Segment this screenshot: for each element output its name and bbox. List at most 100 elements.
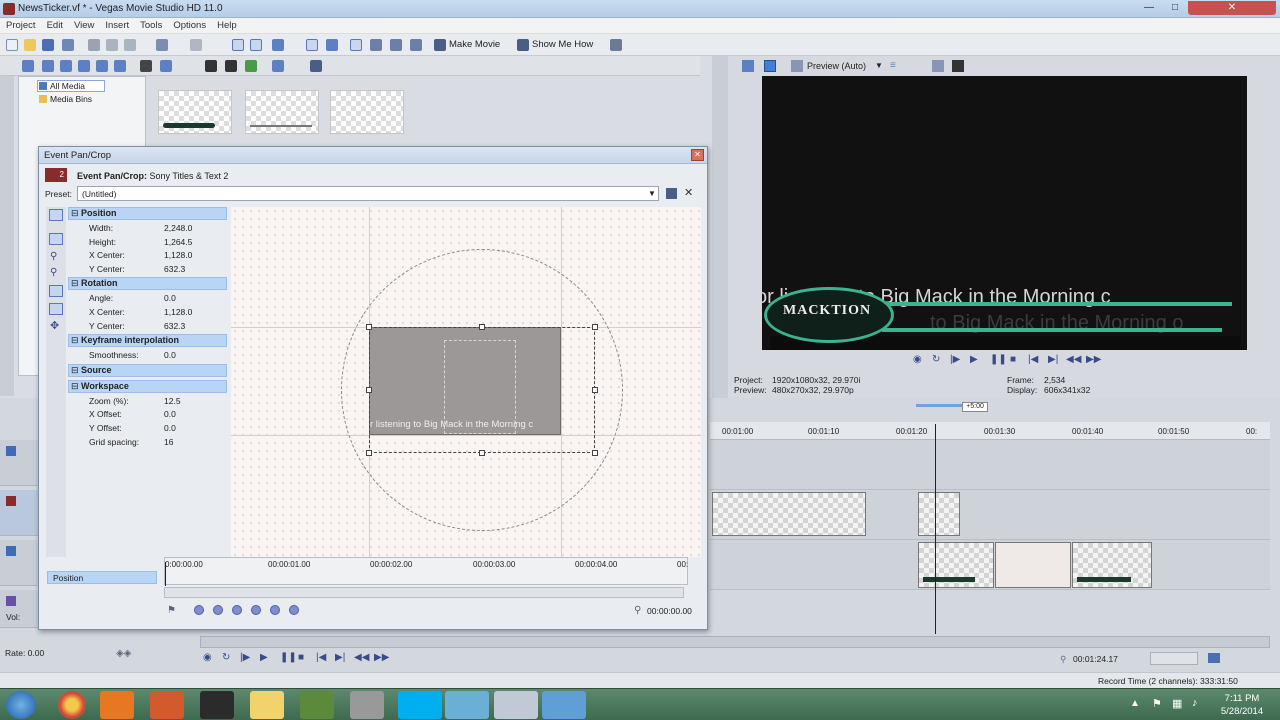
section-rotation[interactable]: Rotation — [68, 277, 227, 291]
loop-region-bar[interactable] — [916, 404, 962, 407]
render-icon[interactable] — [62, 39, 74, 51]
paste-icon[interactable] — [124, 39, 136, 51]
remove-icon[interactable] — [140, 60, 152, 72]
autoripple-icon[interactable] — [250, 39, 262, 51]
show-properties-icon[interactable] — [49, 209, 63, 221]
start-button-icon[interactable] — [6, 691, 36, 719]
property-row[interactable]: Height: 1,264.5 — [68, 235, 227, 248]
timeline-go-end-icon[interactable]: ▶| — [335, 652, 345, 663]
auto-preview-icon[interactable] — [245, 60, 257, 72]
resize-handle[interactable] — [366, 387, 372, 393]
make-movie-button[interactable]: Make Movie — [449, 39, 500, 50]
camera-icon[interactable] — [494, 691, 538, 719]
redo-icon[interactable] — [190, 39, 202, 51]
copy-icon[interactable] — [106, 39, 118, 51]
app-icon[interactable] — [350, 691, 384, 719]
property-value[interactable]: 632.3 — [164, 264, 185, 274]
tree-label-media-bins[interactable]: Media Bins — [50, 94, 92, 104]
move-freely-icon[interactable]: ✥ — [50, 319, 59, 332]
save-icon[interactable] — [42, 39, 54, 51]
timeline-loop-icon[interactable]: ↻ — [222, 652, 230, 663]
crop-tool-icon[interactable] — [390, 39, 402, 51]
resize-handle[interactable] — [366, 324, 372, 330]
skype-icon[interactable] — [398, 691, 442, 719]
resize-handle[interactable] — [592, 324, 598, 330]
normal-edit-icon[interactable] — [49, 233, 63, 245]
keyframe-scrollbar[interactable] — [164, 587, 684, 598]
resize-handle[interactable] — [366, 450, 372, 456]
menu-edit[interactable]: Edit — [41, 18, 68, 33]
views-icon[interactable] — [160, 60, 172, 72]
property-row[interactable]: Zoom (%): 12.5 — [68, 394, 227, 407]
tree-label-all-media[interactable]: All Media — [50, 81, 85, 91]
snap-icon[interactable] — [232, 39, 244, 51]
import-media-icon[interactable] — [22, 60, 34, 72]
next-frame-icon[interactable]: ▶| — [1048, 354, 1058, 365]
selection-box[interactable] — [369, 327, 595, 453]
timeline-scrollbar[interactable] — [200, 636, 1270, 648]
show-me-how-button[interactable]: Show Me How — [532, 39, 593, 50]
keyframe-ruler[interactable]: 0:00:00.00 00:00:01.00 00:00:02.00 00:00… — [164, 557, 688, 586]
resize-handle[interactable] — [479, 324, 485, 330]
dialog-title-bar[interactable]: Event Pan/Crop ✕ — [39, 147, 707, 164]
timeline-play-from-start-icon[interactable]: |▶ — [240, 652, 250, 663]
maintain-aspect-icon[interactable] — [49, 285, 63, 297]
resize-handle[interactable] — [479, 450, 485, 456]
minecraft-icon[interactable] — [300, 691, 334, 719]
timeline-rewind-icon[interactable]: ◀◀ — [354, 652, 369, 663]
keyframe-cursor[interactable] — [165, 562, 166, 586]
media-player-icon[interactable] — [100, 691, 134, 719]
menu-tools[interactable]: Tools — [134, 18, 167, 33]
save-snapshot-icon[interactable] — [952, 60, 964, 72]
capture-icon[interactable] — [42, 60, 54, 72]
selection-length-field[interactable] — [1150, 652, 1198, 665]
stop-icon[interactable]: ■ — [1010, 354, 1016, 365]
property-value[interactable]: 632.3 — [164, 321, 185, 331]
delete-keyframe-icon[interactable] — [251, 605, 261, 615]
dialog-close-button[interactable]: ✕ — [691, 149, 704, 161]
menu-options[interactable]: Options — [167, 18, 211, 33]
menu-view[interactable]: View — [68, 18, 99, 33]
section-position[interactable]: Position — [68, 207, 227, 220]
external-monitor-icon[interactable] — [764, 60, 776, 72]
property-value[interactable]: 0.0 — [164, 293, 176, 303]
grid-icon[interactable]: ≡ — [890, 60, 910, 72]
preview-properties-icon[interactable] — [742, 60, 754, 72]
zoom-tool-icon[interactable] — [370, 39, 382, 51]
volume-icon[interactable]: ♪ — [1192, 697, 1198, 709]
event-clip[interactable] — [918, 492, 960, 536]
property-row[interactable]: Smoothness: 0.0 — [68, 348, 227, 361]
delete-preset-icon[interactable]: ✕ — [684, 186, 693, 199]
previous-frame-icon[interactable]: |◀ — [1028, 354, 1038, 365]
property-row[interactable]: Grid spacing: 16 — [68, 435, 227, 448]
new-icon[interactable] — [6, 39, 18, 51]
property-value[interactable]: 1,264.5 — [164, 237, 192, 247]
media-thumbnail[interactable] — [245, 90, 319, 134]
sync-cursor-icon[interactable]: ⚑ — [167, 605, 176, 616]
section-workspace[interactable]: Workspace — [68, 379, 227, 393]
zoom-icon[interactable] — [310, 60, 322, 72]
media-thumbnail[interactable] — [330, 90, 404, 134]
undo-icon[interactable] — [156, 39, 168, 51]
resize-handle[interactable] — [592, 450, 598, 456]
media-fx-icon[interactable] — [78, 60, 90, 72]
property-row[interactable]: X Offset: 0.0 — [68, 407, 227, 420]
rewind-icon[interactable]: ◀◀ — [1066, 354, 1081, 365]
track-row-1[interactable] — [710, 440, 1270, 490]
play-icon[interactable]: ▶ — [970, 354, 978, 365]
media-thumbnail[interactable] — [158, 90, 232, 134]
views-dropdown-icon[interactable] — [272, 60, 284, 72]
zoom-edit-icon[interactable]: ⚲ — [50, 251, 57, 262]
preset-dropdown[interactable]: (Untitled) ▼ — [77, 186, 659, 201]
section-source[interactable]: Source — [68, 363, 227, 377]
loop-icon[interactable]: ↻ — [932, 354, 940, 365]
close-button[interactable]: ✕ — [1188, 1, 1276, 15]
folder-icon[interactable] — [250, 691, 284, 719]
property-row[interactable]: Y Center: 632.3 — [68, 319, 227, 332]
get-media-icon[interactable] — [60, 60, 72, 72]
copy-snapshot-icon[interactable] — [932, 60, 944, 72]
menu-insert[interactable]: Insert — [99, 18, 134, 33]
flag-icon[interactable]: ⚑ — [1152, 697, 1162, 710]
timeline-record-icon[interactable]: ◉ — [203, 652, 212, 663]
search-media-icon[interactable] — [114, 60, 126, 72]
